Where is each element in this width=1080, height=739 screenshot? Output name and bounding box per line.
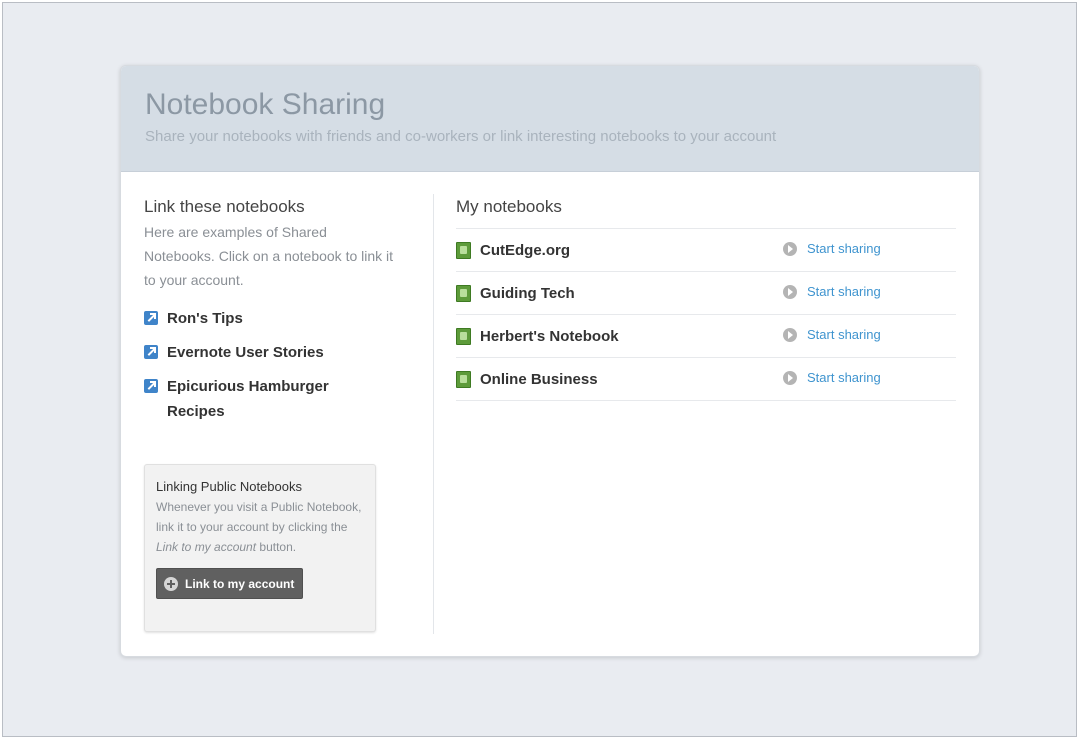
arrow-circle-icon <box>783 370 797 385</box>
link-to-my-account-button[interactable]: Link to my account <box>156 568 304 599</box>
link-notebooks-heading: Link these notebooks <box>144 197 305 216</box>
notebook-icon <box>456 284 471 302</box>
arrow-circle-icon <box>783 241 797 256</box>
start-sharing-button[interactable]: Start sharing <box>783 327 881 342</box>
start-sharing-link[interactable]: Start sharing <box>807 241 881 256</box>
notebook-name[interactable]: Herbert's Notebook <box>480 328 619 345</box>
notebook-name[interactable]: Online Business <box>480 371 598 388</box>
arrow-circle-icon <box>783 284 797 299</box>
start-sharing-link[interactable]: Start sharing <box>807 284 881 299</box>
my-notebooks-list: CutEdge.org Start sharing Guiding Tech S… <box>456 228 956 401</box>
notebook-row: Herbert's Notebook Start sharing <box>456 315 956 358</box>
start-sharing-link[interactable]: Start sharing <box>807 327 881 342</box>
info-text-after: button. <box>256 540 297 554</box>
info-text-before: Whenever you visit a Public Notebook, li… <box>156 500 362 534</box>
page-background: Notebook Sharing Share your notebooks wi… <box>2 2 1077 737</box>
link-arrow-icon <box>144 379 158 393</box>
link-notebooks-column: Link these notebooks Here are examples o… <box>144 196 399 433</box>
shared-notebook-evernote-user-stories[interactable]: Evernote User Stories <box>144 340 399 365</box>
arrow-circle-icon <box>783 327 797 342</box>
shared-notebook-rons-tips[interactable]: Ron's Tips <box>144 306 399 331</box>
linking-public-notebooks-box: Linking Public Notebooks Whenever you vi… <box>144 464 376 632</box>
notebook-row: CutEdge.org Start sharing <box>456 229 956 272</box>
my-notebooks-column: My notebooks CutEdge.org Start sharing G… <box>456 196 956 401</box>
start-sharing-button[interactable]: Start sharing <box>783 284 881 299</box>
start-sharing-button[interactable]: Start sharing <box>783 241 881 256</box>
link-button-label: Link to my account <box>185 576 295 591</box>
notebook-row: Guiding Tech Start sharing <box>456 272 956 315</box>
shared-notebook-list: Ron's Tips Evernote User Stories Epicuri… <box>144 306 399 424</box>
column-divider <box>433 194 434 634</box>
my-notebooks-heading: My notebooks <box>456 197 562 216</box>
page-title: Notebook Sharing <box>145 88 386 121</box>
start-sharing-button[interactable]: Start sharing <box>783 370 881 385</box>
link-notebooks-description: Here are examples of Shared Notebooks. C… <box>144 224 394 288</box>
plus-circle-icon <box>164 576 178 591</box>
link-arrow-icon <box>144 311 158 325</box>
shared-notebook-epicurious-hamburger-recipes[interactable]: Epicurious Hamburger Recipes <box>144 374 399 424</box>
shared-notebook-label: Epicurious Hamburger Recipes <box>167 378 329 420</box>
notebook-row: Online Business Start sharing <box>456 358 956 401</box>
link-arrow-icon <box>144 345 158 359</box>
notebook-sharing-panel: Notebook Sharing Share your notebooks wi… <box>120 65 980 657</box>
notebook-icon <box>456 241 471 259</box>
notebook-icon <box>456 370 471 388</box>
shared-notebook-label: Ron's Tips <box>167 310 243 327</box>
info-box-title: Linking Public Notebooks <box>156 479 302 494</box>
shared-notebook-label: Evernote User Stories <box>167 344 324 361</box>
panel-header: Notebook Sharing Share your notebooks wi… <box>121 66 979 172</box>
page-subtitle: Share your notebooks with friends and co… <box>145 128 777 145</box>
info-text-italic: Link to my account <box>156 540 257 554</box>
notebook-name[interactable]: CutEdge.org <box>480 242 570 259</box>
notebook-name[interactable]: Guiding Tech <box>480 285 575 302</box>
notebook-icon <box>456 327 471 345</box>
info-box-text: Whenever you visit a Public Notebook, li… <box>156 497 364 557</box>
start-sharing-link[interactable]: Start sharing <box>807 370 881 385</box>
